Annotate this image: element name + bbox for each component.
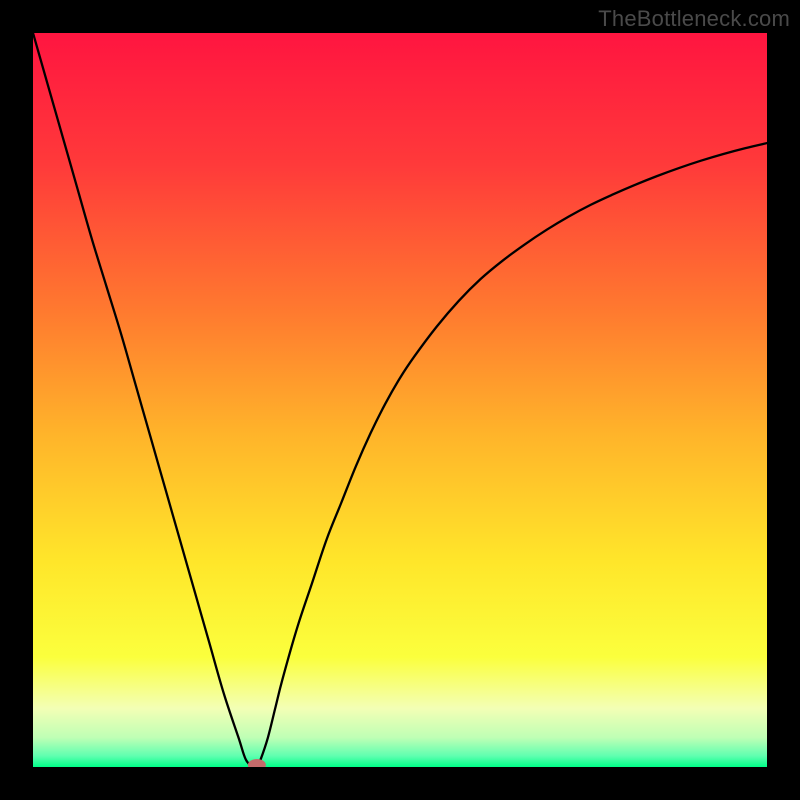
background-gradient	[33, 33, 767, 767]
watermark-text: TheBottleneck.com	[598, 6, 790, 32]
plot-area	[33, 33, 767, 767]
bottleneck-chart: TheBottleneck.com	[0, 0, 800, 800]
chart-svg	[33, 33, 767, 767]
